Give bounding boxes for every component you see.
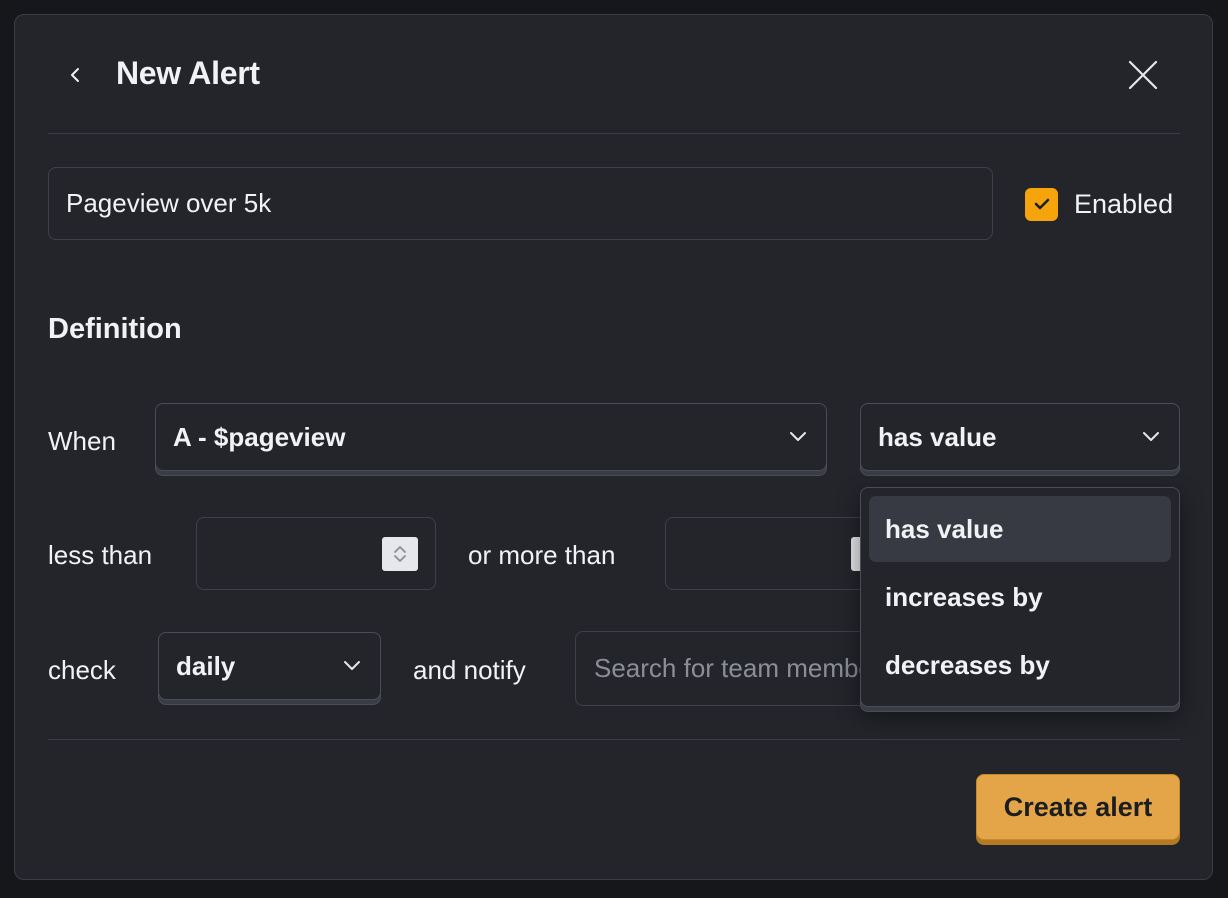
- condition-select-value: has value: [878, 421, 997, 452]
- close-button[interactable]: [1125, 57, 1161, 93]
- dropdown-option-has-value[interactable]: has value: [869, 496, 1171, 562]
- close-icon: [1128, 60, 1158, 90]
- page-title: New Alert: [116, 55, 260, 91]
- stepper-down-icon: [394, 555, 406, 562]
- dropdown-option-decreases-by[interactable]: decreases by: [869, 632, 1171, 698]
- new-alert-modal: New Alert Enabled Definition When A - $p…: [14, 14, 1213, 880]
- header-divider: [48, 133, 1180, 134]
- create-alert-button[interactable]: Create alert: [976, 774, 1180, 840]
- chevron-down-icon: [790, 432, 806, 441]
- enabled-label: Enabled: [1074, 188, 1174, 219]
- checkbox-checked[interactable]: [1025, 187, 1058, 221]
- footer-divider: [48, 739, 1180, 740]
- chevron-down-icon: [1143, 432, 1159, 441]
- modal-header: New Alert: [15, 15, 1212, 133]
- condition-select[interactable]: has value: [860, 403, 1180, 471]
- checkmark-icon: [1034, 198, 1049, 210]
- series-select[interactable]: A - $pageview: [155, 403, 827, 471]
- chevron-left-icon: [71, 68, 79, 82]
- frequency-select[interactable]: daily: [158, 632, 381, 700]
- alert-name-input[interactable]: [48, 167, 993, 240]
- chevron-down-icon: [344, 661, 360, 670]
- enabled-checkbox[interactable]: Enabled: [1025, 187, 1173, 221]
- less-than-label: less than: [48, 540, 153, 570]
- check-label: check: [48, 655, 116, 685]
- when-label: When: [48, 426, 116, 456]
- stepper-up-icon: [394, 546, 406, 553]
- notify-search-input[interactable]: [575, 631, 895, 706]
- back-button[interactable]: [63, 59, 87, 91]
- frequency-select-value: daily: [176, 650, 236, 681]
- less-than-input[interactable]: [196, 517, 436, 590]
- condition-dropdown-menu: has value increases by decreases by: [860, 487, 1180, 707]
- series-select-value: A - $pageview: [173, 421, 346, 452]
- notify-label: and notify: [413, 655, 526, 685]
- number-stepper[interactable]: [382, 537, 418, 571]
- more-than-label: or more than: [468, 540, 616, 570]
- definition-heading: Definition: [48, 313, 182, 345]
- dropdown-option-increases-by[interactable]: increases by: [869, 564, 1171, 630]
